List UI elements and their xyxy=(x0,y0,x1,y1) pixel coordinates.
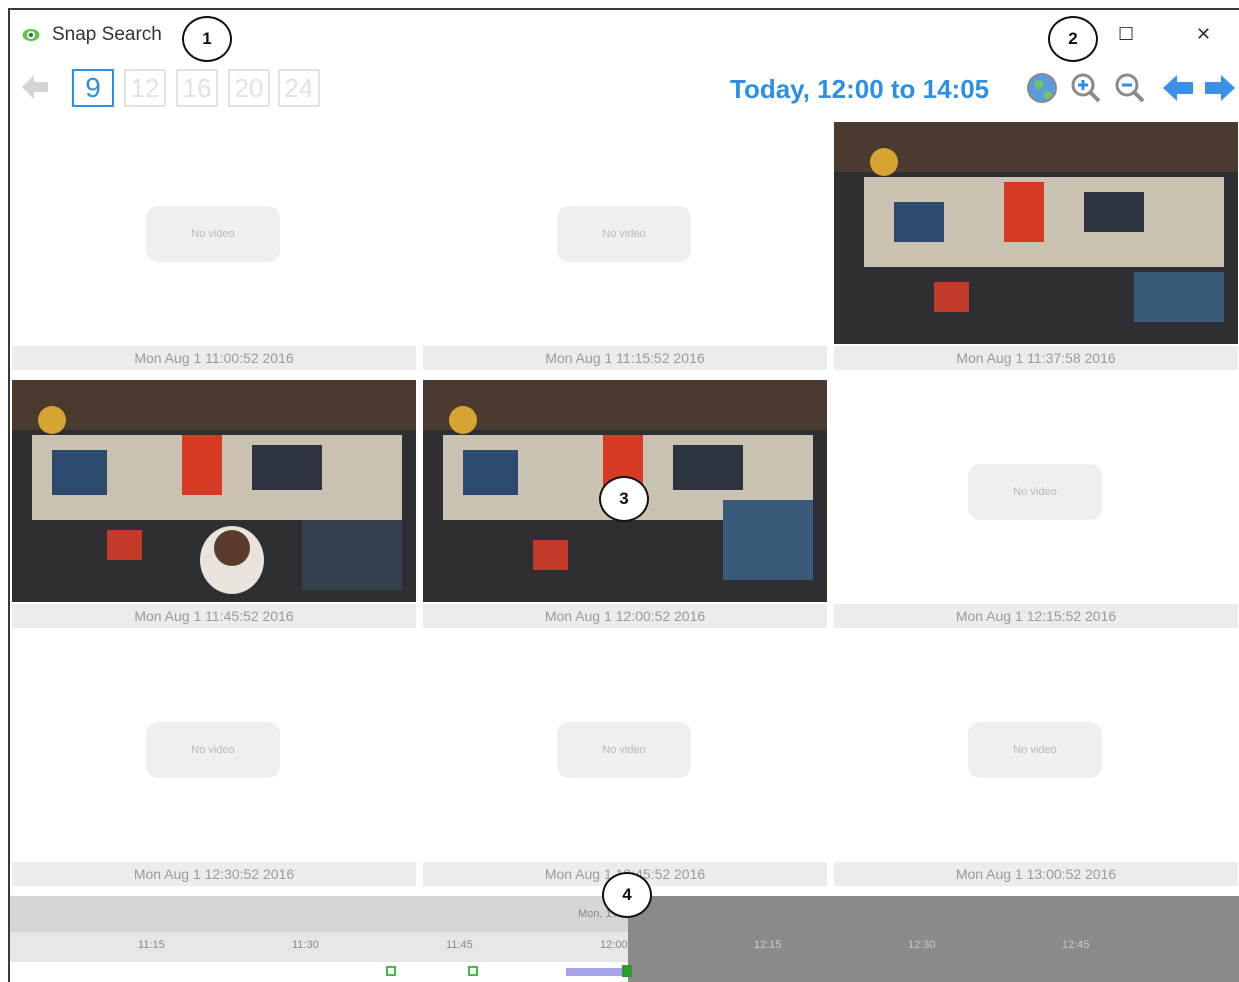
arrow-right-icon[interactable] xyxy=(1202,70,1238,106)
maximize-button[interactable]: ☐ xyxy=(1118,24,1134,45)
snapshot-cell-5[interactable]: Mon Aug 1 12:00:52 2016 3 xyxy=(423,380,827,628)
grid-size-16-button[interactable]: 16 xyxy=(176,69,218,107)
snapshot-timestamp: Mon Aug 1 12:00:52 2016 xyxy=(423,604,827,628)
timeline-tick: 11:15 xyxy=(138,939,165,951)
snapshot-timestamp: Mon Aug 1 12:30:52 2016 xyxy=(12,862,416,886)
timeline-tick: 11:45 xyxy=(446,939,473,951)
eye-icon xyxy=(22,29,40,41)
back-disabled-icon[interactable] xyxy=(20,72,50,102)
timeline-tick: 12:00 xyxy=(600,939,628,951)
snapshot-timestamp: Mon Aug 1 11:37:58 2016 xyxy=(834,346,1238,370)
snapshot-media: No video xyxy=(12,122,416,344)
snapshot-cell-2[interactable]: No video Mon Aug 1 11:15:52 2016 xyxy=(423,122,827,370)
grid-size-9-button[interactable]: 9 xyxy=(72,69,114,107)
no-video-placeholder: No video xyxy=(146,722,280,778)
zoom-in-icon[interactable] xyxy=(1068,70,1104,106)
snapshot-timestamp: Mon Aug 1 11:15:52 2016 xyxy=(423,346,827,370)
timeline-tick: 11:30 xyxy=(292,939,319,951)
callout-2: 2 xyxy=(1048,16,1098,62)
timeline-cursor-handle[interactable] xyxy=(622,965,632,977)
grid-size-12-button[interactable]: 12 xyxy=(124,69,166,107)
timeline-tick: 12:15 xyxy=(754,939,782,951)
timeline-event-marker[interactable] xyxy=(468,966,478,976)
snapshot-media: No video xyxy=(12,638,416,860)
snapshot-cell-4[interactable]: Mon Aug 1 11:45:52 2016 xyxy=(12,380,416,628)
camera-frame-image xyxy=(834,122,1238,344)
snap-search-window: Snap Search 1 2 ☐ ✕ 9 12 16 20 24 Today,… xyxy=(8,8,1239,982)
snapshot-media: No video xyxy=(834,638,1238,860)
no-video-placeholder: No video xyxy=(557,206,691,262)
snapshot-timestamp: Mon Aug 1 11:00:52 2016 xyxy=(12,346,416,370)
no-video-placeholder: No video xyxy=(968,464,1102,520)
arrow-left-icon[interactable] xyxy=(1160,70,1196,106)
snapshot-timestamp: Mon Aug 1 13:00:52 2016 xyxy=(834,862,1238,886)
snapshot-media: No video xyxy=(834,380,1238,602)
timeline-event-marker[interactable] xyxy=(386,966,396,976)
timeline-tick: 12:30 xyxy=(908,939,936,951)
camera-frame-svg xyxy=(834,122,1238,344)
snapshot-cell-3[interactable]: Mon Aug 1 11:37:58 2016 xyxy=(834,122,1238,370)
camera-frame-image xyxy=(12,380,416,602)
no-video-placeholder: No video xyxy=(146,206,280,262)
snapshot-cell-6[interactable]: No video Mon Aug 1 12:15:52 2016 xyxy=(834,380,1238,628)
callout-1: 1 xyxy=(182,16,232,62)
timeline-selected-range[interactable] xyxy=(566,968,628,976)
snapshot-timestamp: Mon Aug 1 11:45:52 2016 xyxy=(12,604,416,628)
snapshot-cell-8[interactable]: No video Mon Aug 1 12:45:52 2016 xyxy=(423,638,827,886)
no-video-placeholder: No video xyxy=(968,722,1102,778)
snapshot-cell-1[interactable]: No video Mon Aug 1 11:00:52 2016 xyxy=(12,122,416,370)
grid-size-24-button[interactable]: 24 xyxy=(278,69,320,107)
snapshot-media: No video xyxy=(423,122,827,344)
snapshot-media: No video xyxy=(423,638,827,860)
no-video-placeholder: No video xyxy=(557,722,691,778)
callout-4: 4 xyxy=(602,872,652,918)
close-button[interactable]: ✕ xyxy=(1196,24,1211,45)
globe-icon[interactable] xyxy=(1024,70,1060,106)
window-title: Snap Search xyxy=(52,24,162,45)
snapshot-timestamp: Mon Aug 1 12:15:52 2016 xyxy=(834,604,1238,628)
camera-frame-svg xyxy=(12,380,416,602)
timeline[interactable]: Mon, 1 Aug 11:15 11:30 11:45 12:00 12:15… xyxy=(10,872,1239,982)
title-bar: Snap Search 1 2 ☐ ✕ xyxy=(10,10,1239,62)
callout-3: 3 xyxy=(599,476,649,522)
zoom-out-icon[interactable] xyxy=(1112,70,1148,106)
snapshot-cell-9[interactable]: No video Mon Aug 1 13:00:52 2016 xyxy=(834,638,1238,886)
timeline-tick: 12:45 xyxy=(1062,939,1090,951)
snapshot-cell-7[interactable]: No video Mon Aug 1 12:30:52 2016 xyxy=(12,638,416,886)
grid-size-20-button[interactable]: 20 xyxy=(228,69,270,107)
time-range-label: Today, 12:00 to 14:05 xyxy=(730,74,990,104)
toolbar: 9 12 16 20 24 Today, 12:00 to 14:05 xyxy=(10,62,1239,120)
